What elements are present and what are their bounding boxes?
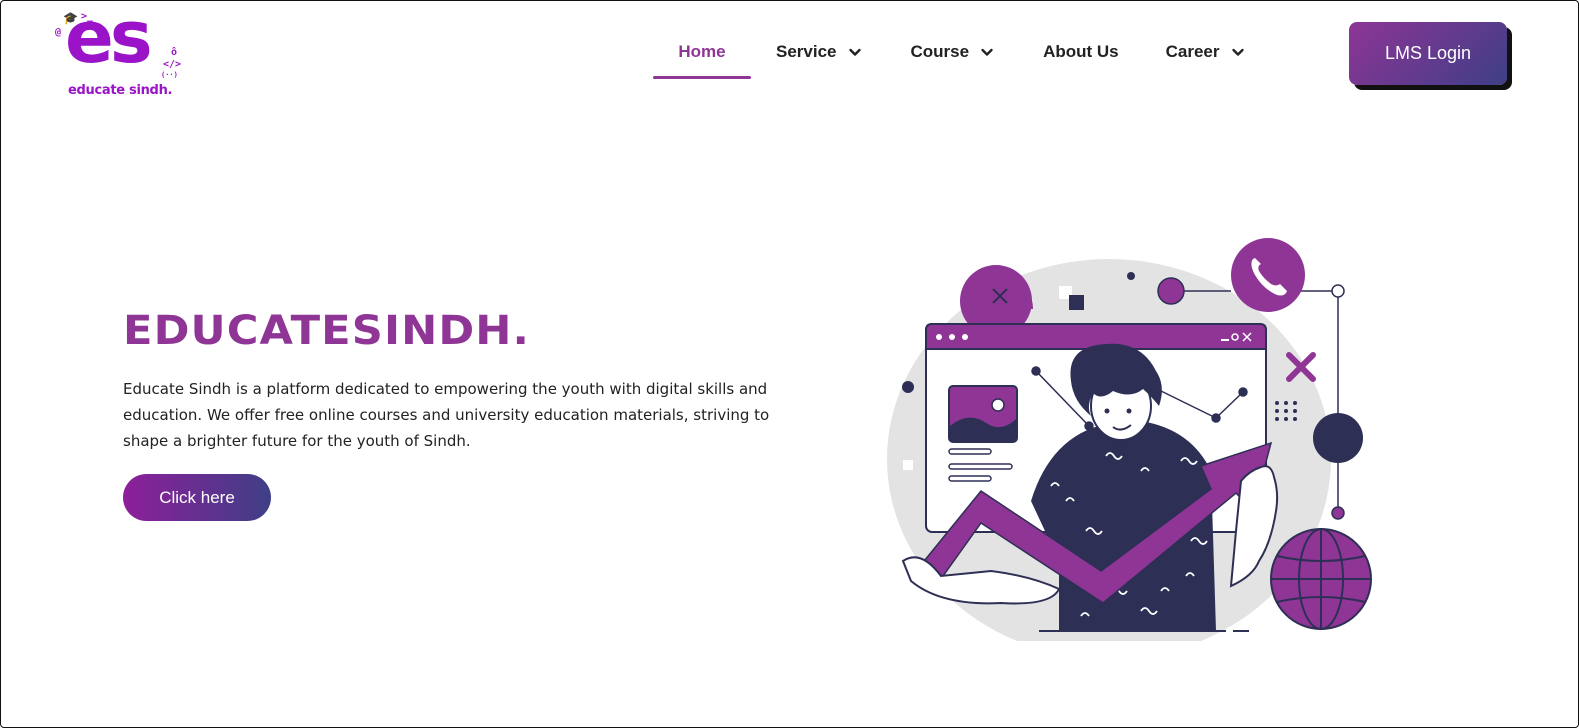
decor-dot — [1127, 272, 1135, 280]
globe-icon — [1270, 528, 1372, 630]
code-icon: </> — [163, 59, 182, 70]
graduation-cap-icon: 🎓 — [63, 11, 78, 25]
main-nav: Home Service Course About Us Career — [653, 35, 1246, 81]
chevron-down-icon — [848, 48, 861, 56]
nav-item-label: About Us — [1043, 42, 1119, 61]
nav-item-about-us[interactable]: About Us — [1043, 35, 1119, 81]
nav-item-label: Service — [776, 42, 837, 61]
hero-description: Educate Sindh is a platform dedicated to… — [123, 380, 770, 450]
decor-dot — [902, 381, 914, 393]
chevron-down-icon — [1231, 48, 1244, 56]
phone-icon — [1231, 238, 1305, 312]
decor-square — [1069, 295, 1084, 310]
decor-node — [1157, 277, 1185, 305]
lock-icon: ô — [171, 47, 178, 58]
terminal-icon: >_ — [81, 11, 94, 22]
nav-item-label: Course — [910, 42, 970, 61]
dot-grid — [1275, 401, 1297, 421]
page: es @ 🎓 >_ ô </> (··) educate sindh. Home… — [0, 0, 1579, 728]
dots-icon: (··) — [161, 71, 178, 79]
decor-circle — [1313, 413, 1363, 463]
chevron-down-icon — [981, 48, 993, 56]
decor-square — [903, 460, 913, 470]
hero-illustration — [887, 238, 1372, 641]
click-here-button[interactable]: Click here — [123, 474, 271, 521]
logo-text: educate sindh. — [68, 83, 173, 98]
logo[interactable]: es @ 🎓 >_ ô </> (··) educate sindh. — [53, 1, 193, 104]
hero-title: EDUCATESINDH. — [123, 308, 531, 354]
image-icon — [948, 385, 1018, 443]
nav-item-label: Home — [678, 42, 726, 61]
nav-item-course[interactable]: Course — [911, 35, 996, 81]
nav-item-home[interactable]: Home — [653, 35, 751, 81]
nav-item-service[interactable]: Service — [776, 35, 863, 81]
nav-item-career[interactable]: Career — [1166, 35, 1246, 81]
lms-login-button[interactable]: LMS Login — [1349, 22, 1507, 85]
nav-item-label: Career — [1165, 42, 1220, 61]
at-icon: @ — [55, 27, 62, 38]
